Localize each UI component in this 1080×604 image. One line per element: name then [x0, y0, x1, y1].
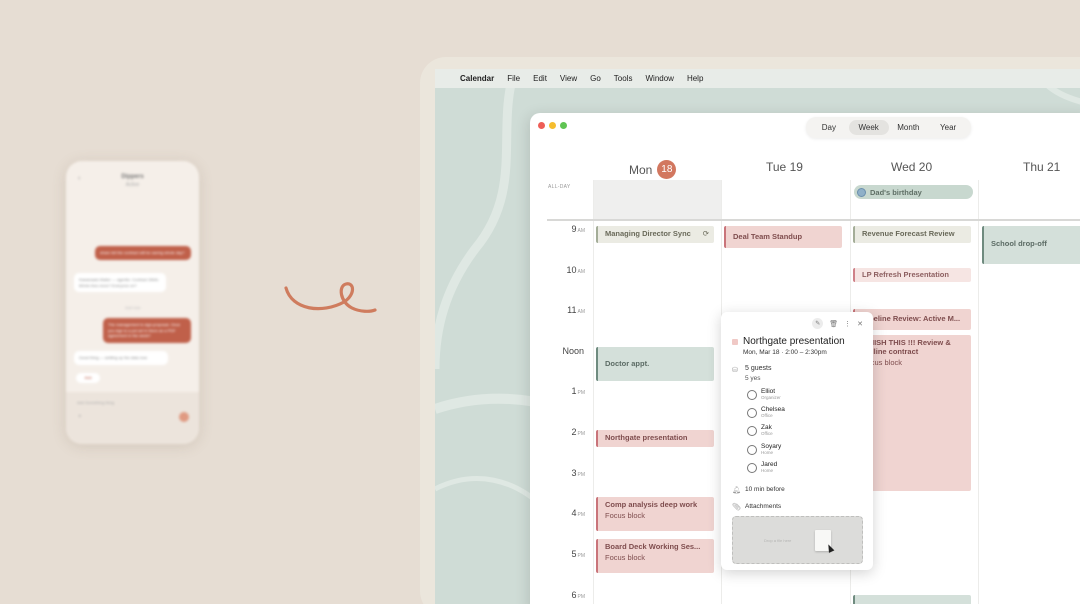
rsvp-count: 5 yes: [745, 375, 761, 382]
birthday-icon: [857, 187, 866, 197]
menu-app-name[interactable]: Calendar: [460, 74, 494, 83]
edit-icon[interactable]: ✎: [812, 318, 824, 329]
event-revenue-forecast[interactable]: Revenue Forecast Review: [853, 226, 971, 243]
avatar-icon: [747, 408, 757, 418]
event-board-deck[interactable]: Board Deck Working Ses... Focus block: [596, 539, 714, 573]
minimize-window-button[interactable]: [549, 122, 556, 129]
allday-event-birthday[interactable]: Dad's birthday: [854, 185, 973, 199]
chat-title: Dippers: [121, 174, 144, 180]
event-comp-analysis[interactable]: Comp analysis deep work Focus block: [596, 497, 714, 531]
event-lp-refresh[interactable]: LP Refresh Presentation: [853, 268, 971, 282]
avatar-icon: [747, 463, 757, 473]
popover-toolbar: ✎ 🗑 ⋮ ✕: [812, 318, 863, 329]
guest-count: 5 guests: [745, 365, 772, 372]
column-divider: [593, 180, 594, 604]
allday-event-title: Dad's birthday: [870, 187, 922, 197]
cursor-icon: [825, 543, 835, 553]
squiggle-decoration: [284, 282, 377, 313]
menu-edit[interactable]: Edit: [533, 74, 547, 83]
view-month-button[interactable]: Month: [889, 120, 929, 135]
plus-icon[interactable]: +: [78, 414, 82, 420]
menu-go[interactable]: Go: [590, 74, 601, 83]
hour-label: 6PM: [571, 590, 585, 600]
hour-label: 5PM: [571, 549, 585, 559]
menu-file[interactable]: File: [507, 74, 520, 83]
hour-label: 2PM: [571, 427, 585, 437]
message-composer[interactable]: Add Something thing +: [66, 392, 199, 444]
attachments-label: Attachments: [745, 503, 782, 510]
close-icon[interactable]: ✕: [857, 320, 863, 328]
hour-label: 3PM: [571, 468, 585, 478]
chat-message: The management is sign-proposal. Once yo…: [103, 318, 191, 343]
today-badge: 18: [657, 160, 677, 179]
menu-tools[interactable]: Tools: [614, 74, 633, 83]
menu-help[interactable]: Help: [687, 74, 703, 83]
bell-icon: 🔔︎: [732, 487, 741, 494]
view-week-button[interactable]: Week: [848, 120, 889, 135]
allday-cell-mon[interactable]: [593, 180, 721, 220]
send-icon[interactable]: [179, 412, 189, 422]
close-window-button[interactable]: [538, 122, 545, 129]
view-switcher: Day Week Month Year: [806, 117, 971, 138]
view-day-button[interactable]: Day: [809, 120, 849, 135]
attachment-dropzone[interactable]: Drop a file here: [732, 516, 863, 564]
hour-label: 4PM: [571, 508, 585, 518]
composer-placeholder[interactable]: Add Something thing: [77, 400, 114, 405]
day-name: Mon: [629, 162, 653, 177]
day-header-tue[interactable]: Tue 19: [766, 160, 803, 174]
event-deal-team-standup[interactable]: Deal Team Standup: [724, 226, 842, 248]
menu-window[interactable]: Window: [645, 74, 673, 83]
event-managing-director-sync[interactable]: Managing Director Sync ⟳: [596, 226, 714, 243]
menu-view[interactable]: View: [560, 74, 577, 83]
hour-label: 11AM: [567, 305, 585, 315]
event-doctor-appt[interactable]: Doctor appt.: [596, 347, 714, 381]
guest-row[interactable]: Elliot Organizer: [747, 388, 781, 401]
guest-row[interactable]: Chelsea Office: [747, 406, 785, 419]
chat-message: Kawanaalo Mailer — agentic: Contract 30k…: [74, 273, 166, 292]
event-northgate-presentation[interactable]: Northgate presentation: [596, 430, 714, 447]
event-detail-popover: ✎ 🗑 ⋮ ✕ Northgate presentation Mon, Mar …: [721, 312, 873, 570]
repeat-icon: ⟳: [702, 229, 709, 238]
phone-mockup: ‹ Dippers Active share tell the contract…: [66, 161, 199, 444]
paperclip-icon: 📎︎: [732, 504, 741, 511]
guest-row[interactable]: Zak Office: [747, 424, 773, 437]
hour-label: 1PM: [571, 386, 585, 396]
guest-row[interactable]: Jared Home: [747, 461, 777, 474]
day-header-mon[interactable]: Mon 18: [629, 160, 677, 179]
allday-label: ALL-DAY: [548, 184, 571, 190]
popover-datetime: Mon, Mar 18 · 2:00 – 2:30pm: [743, 349, 827, 356]
avatar-icon: [747, 390, 757, 400]
popover-title: Northgate presentation: [743, 336, 845, 347]
hour-label: Noon: [562, 346, 584, 356]
day-header-thu[interactable]: Thu 21: [1023, 160, 1060, 174]
calendar-color-swatch: [732, 339, 738, 345]
chat-status: Active: [125, 182, 140, 188]
column-divider: [978, 180, 979, 604]
day-header-wed[interactable]: Wed 20: [891, 160, 932, 174]
guest-row[interactable]: Soyary Home: [747, 443, 781, 456]
reminder-text[interactable]: 10 min before: [745, 486, 785, 493]
allday-separator: [547, 219, 1080, 221]
event-wed-evening[interactable]: [853, 595, 971, 604]
hour-label: 10AM: [566, 265, 585, 275]
guests-icon: ⛁: [732, 367, 738, 374]
chat-timestamp: Just now: [124, 305, 141, 310]
menu-bar: Calendar File Edit View Go Tools Window …: [435, 69, 1080, 88]
hour-label: 9AM: [571, 224, 585, 234]
trash-icon[interactable]: 🗑: [829, 320, 838, 328]
dropzone-hint: Drop a file here: [764, 538, 792, 543]
avatar-icon: [747, 445, 757, 455]
quick-reply-pill[interactable]: Add: [76, 373, 100, 383]
chat-message: share tell the contract will be saving w…: [95, 246, 191, 260]
view-year-button[interactable]: Year: [928, 120, 968, 135]
more-icon[interactable]: ⋮: [844, 320, 851, 328]
zoom-window-button[interactable]: [560, 122, 567, 129]
avatar-icon: [747, 426, 757, 436]
event-school-dropoff[interactable]: School drop-off: [982, 226, 1080, 264]
chat-message: Good thing — settling up the data now: [74, 351, 168, 365]
